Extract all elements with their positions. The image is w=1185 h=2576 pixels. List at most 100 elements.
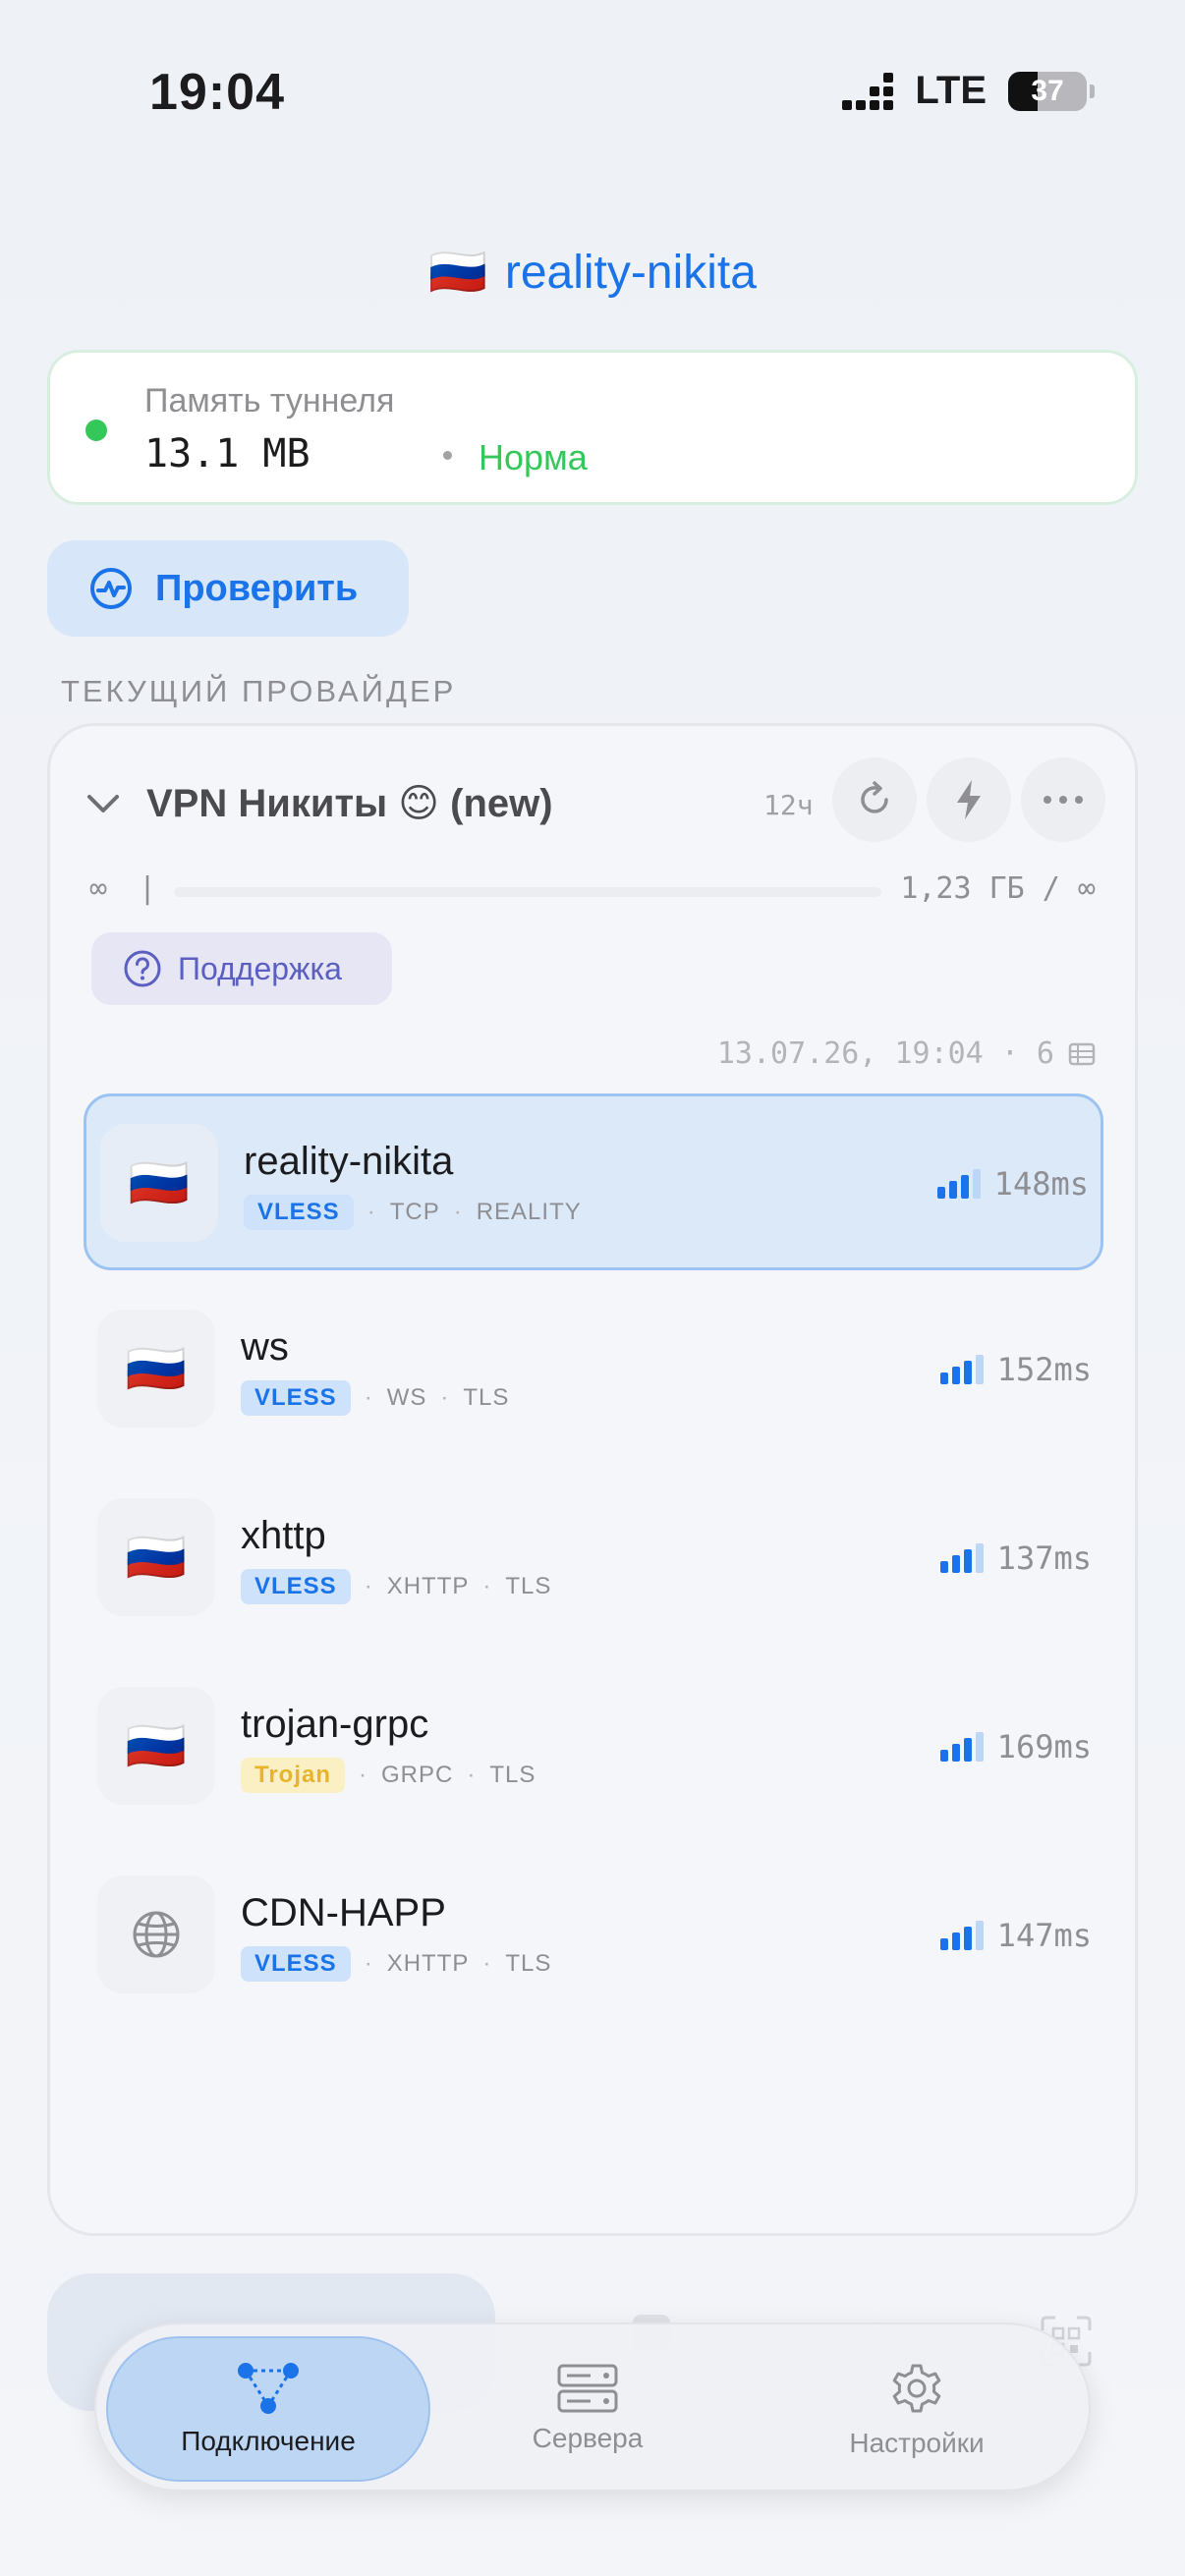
more-button[interactable] xyxy=(1021,757,1105,842)
flag-icon: 🇷🇺 xyxy=(128,1154,191,1210)
tag-separator: · xyxy=(440,1384,450,1411)
status-time: 19:04 xyxy=(149,64,285,121)
more-icon xyxy=(1044,796,1083,804)
battery-icon: 37 xyxy=(1008,71,1095,111)
lightning-icon xyxy=(957,780,981,819)
tab-label: Настройки xyxy=(849,2428,985,2458)
protocol-badge: VLESS xyxy=(241,1569,351,1604)
globe-icon xyxy=(133,1911,180,1958)
tag-separator: · xyxy=(359,1762,368,1788)
flag-icon: 🇷🇺 xyxy=(125,1717,188,1773)
server-list-icon xyxy=(1068,1042,1096,1065)
battery-level: 37 xyxy=(1031,74,1064,107)
transport-tag: XHTTP xyxy=(386,1950,470,1977)
server-ping: 147ms xyxy=(939,1917,1092,1954)
refresh-button[interactable] xyxy=(832,757,917,842)
tag-separator: · xyxy=(364,1950,373,1977)
transport-tag: WS xyxy=(386,1384,427,1411)
ping-value: 137ms xyxy=(996,1540,1092,1577)
update-interval: 12ч xyxy=(763,789,814,821)
server-tags: VLESS · TCP · REALITY xyxy=(244,1195,582,1230)
updated-text: 13.07.26, 19:04 · 6 xyxy=(716,1036,1054,1071)
server-row[interactable]: 🇷🇺 reality-nikita VLESS · TCP · REALITY 148ms xyxy=(84,1093,1103,1270)
transport-tag: GRPC xyxy=(381,1762,454,1788)
usage-text: 1,23 ГБ / ∞ xyxy=(900,871,1096,906)
server-ping: 169ms xyxy=(939,1728,1092,1765)
pulse-icon xyxy=(90,568,132,609)
server-ping: 152ms xyxy=(939,1351,1092,1388)
signal-bars-icon xyxy=(939,1355,984,1384)
tab-bar: Подключение Сервера Настройки xyxy=(94,2323,1091,2492)
ping-value: 152ms xyxy=(996,1351,1092,1388)
signal-bars-icon xyxy=(939,1921,984,1950)
server-name: ws xyxy=(241,1325,289,1369)
transport-tag: TCP xyxy=(389,1199,440,1225)
signal-bars-icon xyxy=(939,1543,984,1573)
security-tag: REALITY xyxy=(476,1199,582,1225)
tab-label: Подключение xyxy=(181,2426,356,2456)
last-updated: 13.07.26, 19:04 · 6 xyxy=(717,1036,1096,1071)
server-icon: 🇷🇺 xyxy=(97,1687,215,1805)
security-tag: TLS xyxy=(489,1762,536,1788)
tab-servers[interactable]: Сервера xyxy=(470,2336,705,2482)
tag-separator: · xyxy=(453,1199,463,1225)
nodes-icon xyxy=(238,2363,299,2414)
tag-separator: · xyxy=(364,1573,373,1599)
page-title[interactable]: 🇷🇺 reality-nikita xyxy=(0,244,1185,300)
ping-value: 148ms xyxy=(993,1165,1089,1203)
tag-separator: · xyxy=(367,1199,376,1225)
protocol-badge: VLESS xyxy=(244,1195,354,1230)
test-speed-button[interactable] xyxy=(927,757,1011,842)
memory-value: 13.1 MB xyxy=(144,431,310,476)
security-tag: TLS xyxy=(463,1384,510,1411)
chevron-down-icon[interactable] xyxy=(85,792,121,815)
check-button-label: Проверить xyxy=(155,567,359,609)
tunnel-memory-card: Память туннеля 13.1 MB Норма xyxy=(47,350,1138,505)
tab-label: Сервера xyxy=(532,2423,644,2453)
signal-bars-icon xyxy=(939,1732,984,1762)
check-button[interactable]: Проверить xyxy=(47,540,409,637)
server-icon: 🇷🇺 xyxy=(97,1498,215,1616)
refresh-icon xyxy=(861,781,888,813)
server-row[interactable]: CDN-HAPP VLESS · XHTTP · TLS 147ms xyxy=(84,1848,1103,2025)
signal-bars-icon xyxy=(936,1169,981,1199)
server-tags: Trojan · GRPC · TLS xyxy=(241,1758,536,1793)
server-tags: VLESS · XHTTP · TLS xyxy=(241,1569,551,1604)
ping-value: 169ms xyxy=(996,1728,1092,1765)
memory-label: Память туннеля xyxy=(144,382,395,420)
tag-separator: · xyxy=(482,1950,492,1977)
provider-header[interactable]: VPN Никиты 😊 (new) xyxy=(85,781,553,826)
server-name: reality-nikita xyxy=(244,1140,454,1183)
server-icon xyxy=(97,1876,215,1993)
server-tags: VLESS · WS · TLS xyxy=(241,1380,509,1416)
signal-icon xyxy=(842,72,894,110)
gear-icon xyxy=(892,2364,941,2413)
usage-remaining: ∞ xyxy=(89,871,108,906)
separator-dot xyxy=(443,451,452,460)
provider-name: VPN Никиты 😊 (new) xyxy=(146,782,553,825)
status-dot xyxy=(85,420,107,441)
security-tag: TLS xyxy=(505,1950,552,1977)
help-icon xyxy=(124,950,161,987)
provider-card: VPN Никиты 😊 (new) 12ч ∞ | 1,23 ГБ / ∞ П… xyxy=(47,723,1138,2236)
tag-separator: · xyxy=(467,1762,477,1788)
server-row[interactable]: 🇷🇺 xhttp VLESS · XHTTP · TLS 137ms xyxy=(84,1471,1103,1648)
server-row[interactable]: 🇷🇺 trojan-grpc Trojan · GRPC · TLS 169ms xyxy=(84,1659,1103,1836)
server-icon: 🇷🇺 xyxy=(100,1124,218,1242)
server-ping: 137ms xyxy=(939,1540,1092,1577)
server-tags: VLESS · XHTTP · TLS xyxy=(241,1946,551,1982)
servers-icon xyxy=(557,2364,618,2413)
usage-separator: | xyxy=(139,871,157,906)
app-screen: 19:04 LTE 37 🇷🇺 reality-nikita Память тун… xyxy=(0,0,1185,2576)
support-button[interactable]: Поддержка xyxy=(91,932,392,1005)
server-ping: 148ms xyxy=(936,1165,1089,1203)
server-name: xhttp xyxy=(241,1514,326,1557)
page-title-text: reality-nikita xyxy=(504,247,757,299)
tag-separator: · xyxy=(482,1573,492,1599)
tag-separator: · xyxy=(364,1384,373,1411)
tab-settings[interactable]: Настройки xyxy=(784,2336,1049,2482)
server-row[interactable]: 🇷🇺 ws VLESS · WS · TLS 152ms xyxy=(84,1282,1103,1459)
status-indicators: LTE 37 xyxy=(842,69,1095,113)
tab-connection[interactable]: Подключение xyxy=(106,2336,430,2482)
usage-progress-bar xyxy=(174,887,881,897)
